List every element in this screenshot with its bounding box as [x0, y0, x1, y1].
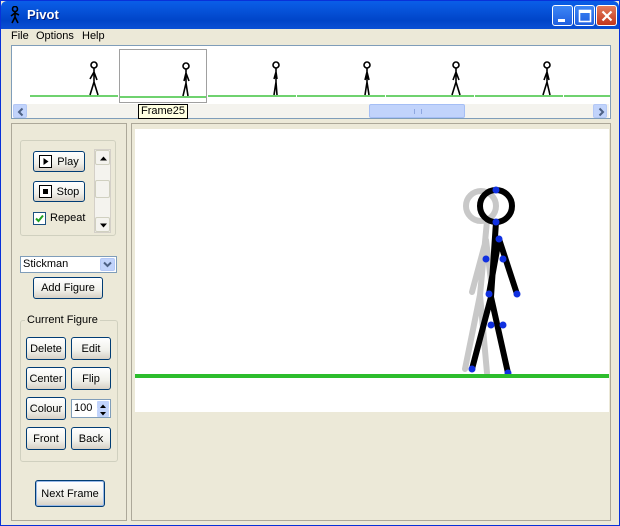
close-button[interactable] — [596, 5, 617, 26]
repeat-checkbox[interactable] — [33, 212, 46, 225]
back-button[interactable]: Back — [71, 427, 111, 450]
scroll-thumb[interactable] — [369, 104, 465, 118]
close-icon — [601, 10, 613, 22]
frame-thumbnail[interactable] — [386, 49, 474, 103]
title-bar[interactable]: Pivot — [1, 1, 619, 29]
speed-slider[interactable] — [94, 149, 111, 233]
size-value: 100 — [74, 402, 93, 414]
edit-button[interactable]: Edit — [71, 337, 111, 360]
minimize-icon — [558, 19, 565, 22]
current-figure-group: Current Figure Delete Edit Center Flip C… — [20, 314, 118, 462]
current-figure-legend: Current Figure — [25, 314, 100, 326]
add-figure-button[interactable]: Add Figure — [33, 277, 103, 299]
frame-thumbnail[interactable] — [475, 49, 563, 103]
size-down-button[interactable] — [97, 409, 109, 417]
pivot-window: Pivot File Options Help Frame25 Play Sto… — [0, 0, 620, 526]
frame-tooltip: Frame25 — [138, 104, 189, 119]
playback-group: Play Stop Repeat — [20, 140, 116, 236]
size-spinner[interactable]: 100 — [71, 399, 111, 418]
frame-stickman — [363, 61, 371, 96]
delete-button[interactable]: Delete — [26, 337, 66, 360]
speed-down-button[interactable] — [95, 217, 110, 232]
chevron-down-icon — [100, 223, 107, 228]
frame-stickman — [451, 61, 461, 96]
frame-stickman — [182, 62, 190, 97]
chevron-up-icon — [100, 156, 107, 161]
scroll-right-button[interactable] — [593, 104, 607, 118]
dropdown-button[interactable] — [100, 258, 115, 271]
frame-thumbnail[interactable] — [564, 49, 610, 103]
figure-type-value: Stickman — [23, 258, 69, 270]
stop-button[interactable]: Stop — [33, 181, 85, 202]
frame-stickman — [89, 61, 99, 96]
scene — [135, 186, 609, 378]
stickman-icon — [10, 6, 20, 24]
stop-icon — [38, 185, 52, 198]
play-icon — [39, 155, 53, 168]
frame-thumbnail-selected[interactable] — [119, 49, 207, 103]
stop-label: Stop — [56, 185, 80, 198]
center-button[interactable]: Center — [26, 367, 66, 390]
frame-ground — [564, 95, 610, 97]
repeat-label: Repeat — [50, 212, 86, 224]
scroll-left-button[interactable] — [13, 104, 27, 118]
play-label: Play — [57, 155, 79, 168]
chevron-down-icon — [100, 412, 106, 416]
speed-up-button[interactable] — [95, 150, 110, 165]
checkmark-icon — [35, 214, 44, 223]
chevron-right-icon — [598, 107, 605, 117]
frame-thumbnail[interactable] — [208, 49, 296, 103]
chevron-down-icon — [103, 261, 112, 268]
flip-button[interactable]: Flip — [71, 367, 111, 390]
chevron-left-icon — [17, 107, 24, 117]
colour-button[interactable]: Colour — [26, 397, 66, 420]
ground-line — [135, 374, 609, 378]
frame-stickman — [542, 61, 551, 96]
window-title: Pivot — [27, 7, 59, 22]
next-frame-button[interactable]: Next Frame — [35, 480, 105, 507]
menu-bar: File Options Help — [1, 29, 619, 46]
canvas-panel — [131, 123, 611, 521]
speed-thumb[interactable] — [95, 180, 110, 198]
size-up-button[interactable] — [97, 401, 109, 409]
play-button[interactable]: Play — [33, 151, 85, 172]
minimize-button[interactable] — [552, 5, 573, 26]
frame-timeline — [11, 45, 611, 119]
timeline-scrollbar[interactable] — [13, 104, 609, 118]
frame-thumbnail[interactable] — [30, 49, 118, 103]
control-panel: Play Stop Repeat Stickman Add Figure Cur… — [11, 123, 127, 521]
maximize-icon — [578, 9, 592, 23]
maximize-button[interactable] — [574, 5, 595, 26]
figure-type-select[interactable]: Stickman — [20, 256, 117, 273]
menu-file[interactable]: File — [11, 30, 29, 42]
menu-options[interactable]: Options — [36, 30, 74, 42]
frame-stickman — [272, 61, 280, 96]
menu-help[interactable]: Help — [82, 30, 105, 42]
scroll-grip — [414, 109, 422, 114]
front-button[interactable]: Front — [26, 427, 66, 450]
frame-thumbnail[interactable] — [297, 49, 385, 103]
animation-canvas[interactable] — [135, 129, 609, 412]
